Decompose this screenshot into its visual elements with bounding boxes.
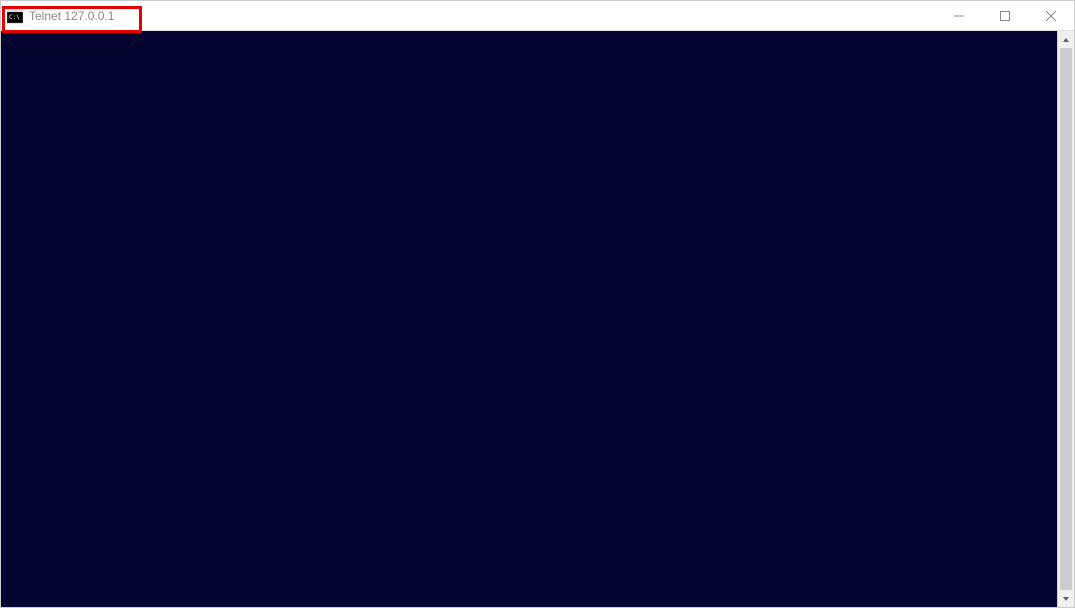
- minimize-button[interactable]: [936, 1, 982, 31]
- scroll-track[interactable]: [1058, 48, 1074, 590]
- svg-text:C:\: C:\: [9, 14, 20, 21]
- terminal-output[interactable]: [1, 31, 1057, 607]
- maximize-button[interactable]: [982, 1, 1028, 31]
- command-prompt-icon: C:\: [7, 8, 23, 24]
- vertical-scrollbar[interactable]: [1057, 31, 1074, 607]
- scroll-up-button[interactable]: [1058, 31, 1074, 48]
- titlebar-left: C:\ Telnet 127.0.0.1: [1, 8, 936, 24]
- window-title: Telnet 127.0.0.1: [29, 9, 114, 23]
- scroll-thumb[interactable]: [1060, 48, 1072, 590]
- window-controls: [936, 1, 1074, 30]
- content-wrapper: [1, 31, 1074, 607]
- close-button[interactable]: [1028, 1, 1074, 31]
- titlebar[interactable]: C:\ Telnet 127.0.0.1: [1, 1, 1074, 31]
- telnet-window: C:\ Telnet 127.0.0.1: [0, 0, 1075, 608]
- scroll-down-button[interactable]: [1058, 590, 1074, 607]
